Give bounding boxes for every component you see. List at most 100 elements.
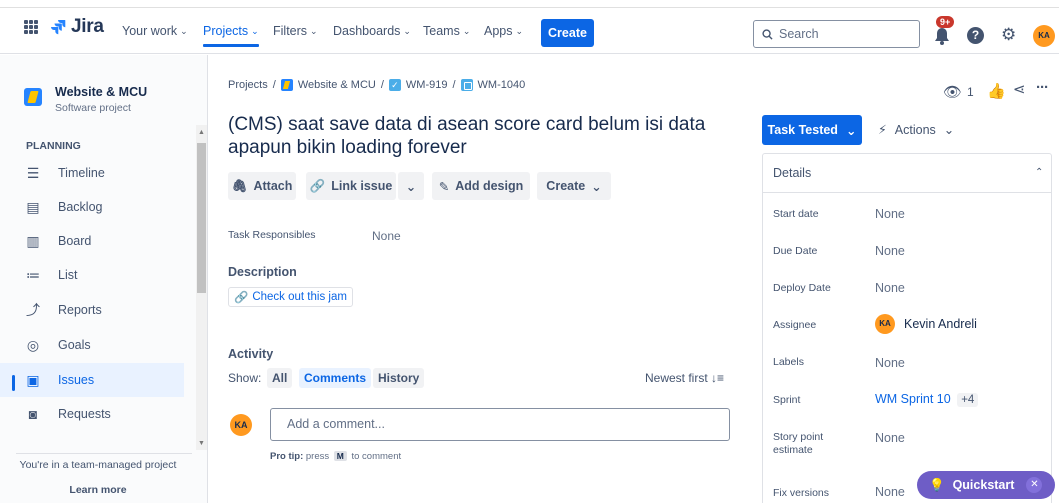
chevron-down-icon: ⌄ <box>180 25 188 36</box>
start-date-value[interactable]: None <box>875 207 905 221</box>
attach-button[interactable]: 🖇 Attach <box>228 172 296 200</box>
sidebar-item-timeline[interactable]: ☰ Timeline <box>0 156 184 190</box>
quickstart-button[interactable]: 💡 Quickstart ✕ <box>917 471 1055 499</box>
details-header[interactable]: Details <box>762 153 1052 193</box>
nav-teams-label: Teams <box>423 24 460 38</box>
learn-more-link[interactable]: Learn more <box>0 484 196 496</box>
selected-indicator <box>12 375 15 391</box>
breadcrumb-parent-issue[interactable]: WM-919 <box>406 79 448 91</box>
breadcrumb-project[interactable]: Website & MCU <box>298 79 376 91</box>
watch-count: 1 <box>967 85 974 99</box>
chevron-up-icon[interactable]: ⌃ <box>1035 167 1043 178</box>
sprint-value[interactable]: WM Sprint 10 +4 <box>875 392 979 407</box>
sidebar-item-board[interactable]: ▥ Board <box>0 224 184 258</box>
tab-history[interactable]: History <box>373 368 425 388</box>
sidebar-item-label: Goals <box>58 338 91 352</box>
task-responsibles-value[interactable]: None <box>372 229 401 243</box>
story-point-value[interactable]: None <box>875 431 905 445</box>
nav-dashboards[interactable]: Dashboards ⌄ <box>333 24 411 38</box>
jam-link[interactable]: 🔗 Check out this jam <box>228 287 353 307</box>
pro-tip: Pro tip: press M to comment <box>270 451 401 462</box>
eye-icon: 👁 <box>943 84 963 101</box>
help-icon[interactable]: ? <box>967 27 984 44</box>
link-issue-dropdown[interactable]: ⌄ <box>398 172 424 200</box>
assignee-avatar: KA <box>875 314 895 334</box>
sidebar-item-backlog[interactable]: ▤ Backlog <box>0 190 184 224</box>
sidebar-item-issues[interactable]: ▣ Issues <box>0 363 184 397</box>
nav-apps[interactable]: Apps ⌄ <box>484 24 523 38</box>
sidebar-item-label: Timeline <box>58 166 105 180</box>
status-dropdown[interactable]: Task Tested ⌄ <box>762 115 862 145</box>
labels-value[interactable]: None <box>875 356 905 370</box>
tab-all[interactable]: All <box>267 368 293 388</box>
search-input[interactable]: Search <box>753 20 920 48</box>
link-icon: 🔗 <box>309 178 326 193</box>
share-icon[interactable]: ⋖ <box>1013 80 1026 98</box>
app-switcher-icon[interactable] <box>24 20 38 34</box>
nav-your-work-label: Your work <box>122 24 178 38</box>
sidebar-item-label: Backlog <box>58 200 103 214</box>
link-issue-button[interactable]: 🔗 Link issue <box>306 172 396 200</box>
deploy-date-value[interactable]: None <box>875 281 905 295</box>
settings-gear-icon[interactable]: ⚙ <box>1001 25 1016 45</box>
more-icon[interactable]: ··· <box>1036 79 1049 96</box>
project-name[interactable]: Website & MCU <box>55 85 147 99</box>
create-button[interactable]: Create <box>541 19 594 47</box>
due-date-value[interactable]: None <box>875 244 905 258</box>
nav-projects-label: Projects <box>203 24 249 38</box>
fix-versions-value[interactable]: None <box>875 485 905 499</box>
nav-projects[interactable]: Projects ⌄ <box>203 24 259 47</box>
sprint-more-badge[interactable]: +4 <box>957 393 979 407</box>
scroll-down-icon[interactable]: ▼ <box>198 440 205 447</box>
breadcrumb-separator: / <box>452 79 456 91</box>
sidebar-item-requests[interactable]: ◙ Requests <box>0 397 184 431</box>
issue-title[interactable]: (CMS) saat save data di asean score card… <box>228 113 748 159</box>
assignee-value[interactable]: Kevin Andreli <box>904 317 977 331</box>
project-icon <box>280 79 293 91</box>
sprint-link[interactable]: WM Sprint 10 <box>875 392 951 406</box>
tab-comments[interactable]: Comments <box>299 368 372 388</box>
sidebar-item-list[interactable]: ≔ List <box>0 258 184 292</box>
sidebar-divider <box>16 453 192 454</box>
sidebar-item-reports[interactable]: ⤴ Reports <box>0 293 184 327</box>
project-sidebar: Website & MCU Software project PLANNING … <box>0 55 208 503</box>
sort-icon: ↓≡ <box>711 371 725 385</box>
attach-label: Attach <box>253 179 293 193</box>
sidebar-item-label: Board <box>58 234 92 248</box>
timeline-icon: ☰ <box>26 165 40 181</box>
sprint-label: Sprint <box>773 394 801 406</box>
like-icon[interactable]: 👍 <box>987 82 1006 100</box>
chevron-down-icon: ⌄ <box>310 25 318 36</box>
goals-icon: ◎ <box>26 337 40 353</box>
watch-button[interactable]: 👁 1 <box>943 83 974 101</box>
comment-input[interactable]: Add a comment... <box>270 408 730 441</box>
add-design-button[interactable]: ✎ Add design <box>432 172 530 200</box>
chevron-down-icon: ⌄ <box>405 179 417 194</box>
nav-filters-label: Filters <box>273 24 308 38</box>
sidebar-item-label: List <box>58 268 78 282</box>
task-check-icon: ✓ <box>388 79 401 91</box>
scroll-up-icon[interactable]: ▲ <box>198 129 205 136</box>
due-date-label: Due Date <box>773 245 818 257</box>
description-heading: Description <box>228 265 297 279</box>
create-subitem-button[interactable]: Create ⌄ <box>537 172 611 200</box>
chevron-down-icon: ⌄ <box>515 25 524 36</box>
sort-newest-first[interactable]: Newest first ↓≡ <box>645 371 724 385</box>
jira-logo[interactable]: Jira <box>50 16 104 38</box>
project-icon <box>24 88 42 106</box>
nav-your-work[interactable]: Your work ⌄ <box>122 24 188 38</box>
close-icon[interactable]: ✕ <box>1026 477 1043 493</box>
requests-icon: ◙ <box>28 406 38 422</box>
breadcrumb-projects[interactable]: Projects <box>228 79 268 91</box>
create-label: Create <box>546 179 586 193</box>
project-type: Software project <box>55 102 131 114</box>
sidebar-item-goals[interactable]: ◎ Goals <box>0 328 184 362</box>
link-issue-label: Link issue <box>331 179 393 193</box>
nav-teams[interactable]: Teams ⌄ <box>423 24 470 38</box>
paperclip-icon: 🖇 <box>231 178 248 193</box>
user-avatar[interactable]: KA <box>1033 25 1055 47</box>
actions-button[interactable]: ⚡ Actions ⌄ <box>878 122 954 138</box>
nav-filters[interactable]: Filters ⌄ <box>273 24 318 38</box>
sidebar-scroll-thumb[interactable] <box>197 143 206 293</box>
breadcrumb-issue[interactable]: WM-1040 <box>478 79 526 91</box>
